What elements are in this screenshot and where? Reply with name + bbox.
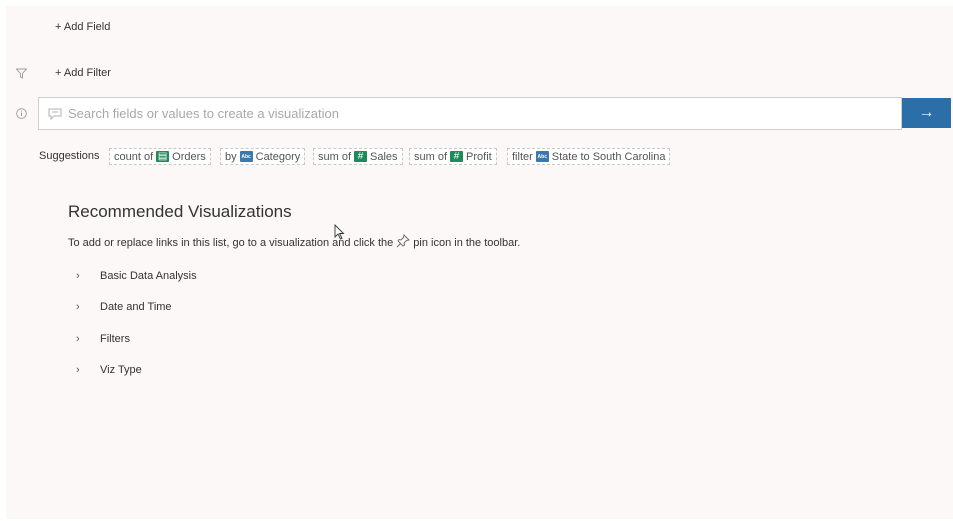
add-field-label: + Add Field	[55, 21, 111, 33]
number-field-icon: #	[450, 151, 464, 162]
chip-field: Orders	[172, 150, 206, 163]
suggestion-chip[interactable]: sum of # Profit	[409, 148, 497, 165]
chip-field: Sales	[370, 150, 398, 163]
add-filter-button[interactable]: + Add Filter	[55, 67, 111, 79]
chip-prefix: filter	[512, 150, 533, 163]
group-label: Date and Time	[100, 301, 172, 313]
chip-field: State	[551, 150, 578, 163]
suggestions-label: Suggestions	[39, 150, 100, 162]
table-icon: ▤	[156, 151, 170, 162]
info-icon[interactable]	[16, 108, 27, 122]
filter-icon	[15, 68, 28, 82]
chip-prefix: by	[225, 150, 237, 163]
search-go-button[interactable]: →	[902, 98, 951, 128]
number-field-icon: #	[354, 151, 368, 162]
ask-data-panel	[6, 6, 953, 519]
recommended-description: To add or replace links in this list, go…	[68, 234, 520, 251]
chip-prefix: sum of	[318, 150, 352, 163]
chevron-right-icon: ›	[76, 364, 80, 376]
group-label: Basic Data Analysis	[100, 270, 197, 282]
string-field-icon: Abc	[239, 151, 253, 162]
suggestion-chip[interactable]: sum of # Sales	[313, 148, 403, 165]
chip-prefix: count of	[114, 150, 154, 163]
chip-suffix: to South Carolina	[580, 150, 666, 163]
group-date-and-time[interactable]: › Date and Time	[76, 301, 172, 313]
suggestion-chip[interactable]: by Abc Category	[220, 148, 306, 165]
chevron-right-icon: ›	[76, 270, 80, 282]
suggestion-chip[interactable]: count of ▤ Orders	[109, 148, 211, 165]
speech-bubble-icon	[48, 108, 62, 120]
add-field-button[interactable]: + Add Field	[55, 21, 110, 33]
string-field-icon: Abc	[535, 151, 549, 162]
chip-field: Category	[255, 150, 301, 163]
group-viz-type[interactable]: › Viz Type	[76, 364, 142, 376]
description-text: pin icon in the toolbar.	[413, 236, 521, 249]
group-filters[interactable]: › Filters	[76, 333, 130, 345]
pin-icon	[396, 234, 411, 251]
chip-field: Profit	[466, 150, 492, 163]
suggestion-chip[interactable]: filter Abc State to South Carolina	[507, 148, 671, 165]
group-label: Filters	[100, 333, 130, 345]
add-filter-label: + Add Filter	[55, 67, 111, 79]
search-bar	[38, 97, 902, 130]
group-basic-data-analysis[interactable]: › Basic Data Analysis	[76, 270, 197, 282]
recommended-title: Recommended Visualizations	[68, 202, 292, 221]
group-label: Viz Type	[100, 364, 142, 376]
chevron-right-icon: ›	[76, 301, 80, 313]
search-input[interactable]	[68, 106, 901, 121]
chip-prefix: sum of	[414, 150, 448, 163]
mouse-cursor-icon	[334, 223, 345, 245]
chevron-right-icon: ›	[76, 333, 80, 345]
arrow-right-icon: →	[918, 104, 935, 121]
